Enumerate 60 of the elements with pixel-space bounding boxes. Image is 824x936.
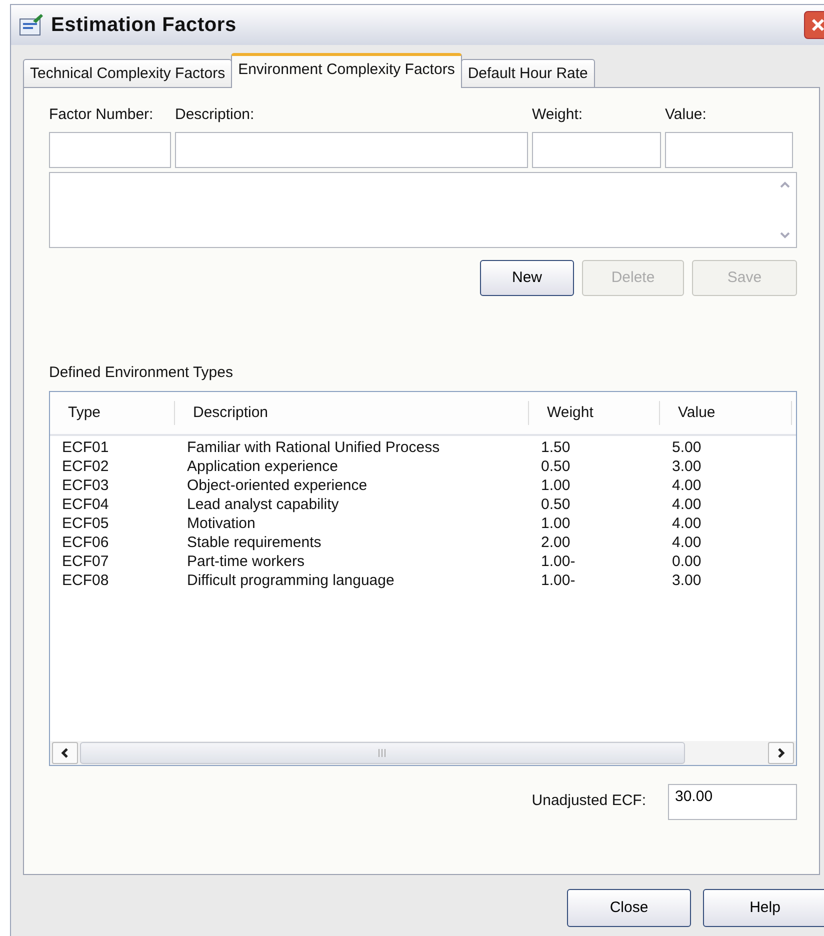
table-cell-text: 1.00- xyxy=(540,570,576,590)
scroll-left-icon[interactable] xyxy=(52,742,78,764)
field-label: Factor Number: xyxy=(49,106,154,123)
table-cell-text: 4.00 xyxy=(671,494,702,514)
table-cell-text: 0.50 xyxy=(540,494,572,514)
table-cell-text: 5.00 xyxy=(671,438,702,456)
table-cell-text: Familiar with Rational Unified Process xyxy=(186,438,441,456)
table-cell-text: ECF03 xyxy=(61,476,110,494)
table-cell-text: 3.00 xyxy=(671,456,702,476)
table-cell-text: Lead analyst capability xyxy=(186,494,340,514)
input-field[interactable] xyxy=(49,132,171,168)
dialog-button[interactable]: Close xyxy=(567,889,691,927)
column-header[interactable]: Description xyxy=(175,400,529,424)
table-cell-text: 1.00 xyxy=(540,476,572,494)
table-cell-text: ECF02 xyxy=(61,456,110,476)
form-button[interactable]: New xyxy=(480,260,574,296)
table-cell-text: ECF01 xyxy=(61,438,110,456)
window-icon xyxy=(19,13,45,37)
input-field[interactable] xyxy=(532,132,661,168)
table-cell-text: ECF06 xyxy=(61,532,110,552)
close-button[interactable] xyxy=(804,11,824,39)
table-cell-text: Part-time workers xyxy=(186,552,306,570)
table-cell-text: 4.00 xyxy=(671,514,702,532)
field-label: Description: xyxy=(175,106,254,123)
column-header[interactable]: Weight xyxy=(529,400,660,424)
input-field[interactable] xyxy=(175,132,528,168)
window-title: Estimation Factors xyxy=(51,13,236,38)
column-header[interactable]: Value xyxy=(660,400,792,424)
column-header[interactable]: Type xyxy=(50,400,175,424)
field-label: Value: xyxy=(665,106,706,123)
table-cell-text: 4.00 xyxy=(671,476,702,494)
table-cell-text: 2.00 xyxy=(540,532,572,552)
table-cell-text: Object-oriented experience xyxy=(186,476,368,494)
table-cell-text: Difficult programming language xyxy=(186,570,396,590)
table-cell-text: 1.00- xyxy=(540,552,576,570)
section-label: Defined Environment Types xyxy=(49,363,234,383)
tab[interactable]: Environment Complexity Factors xyxy=(231,53,462,88)
input-field[interactable]: 30.00 xyxy=(668,784,797,820)
table-cell-text: 1.00 xyxy=(540,514,572,532)
table-cell-text: Motivation xyxy=(186,514,256,532)
close-icon[interactable] xyxy=(810,17,824,33)
table-cell-text: ECF05 xyxy=(61,514,110,532)
input-field[interactable] xyxy=(665,132,793,168)
tab[interactable]: Default Hour Rate xyxy=(460,59,595,87)
table-cell-text: 4.00 xyxy=(671,532,702,552)
scroll-right-icon[interactable] xyxy=(768,742,794,764)
field-label: Weight: xyxy=(532,106,583,123)
table-cell-text: ECF07 xyxy=(61,552,110,570)
table-cell-text: ECF08 xyxy=(61,570,110,590)
tab[interactable]: Technical Complexity Factors xyxy=(23,59,232,87)
table-cell-text: 3.00 xyxy=(671,570,702,590)
table-cell-text: 0.50 xyxy=(540,456,572,476)
dialog-button[interactable]: Help xyxy=(703,889,824,927)
table-cell-text: Stable requirements xyxy=(186,532,322,552)
table-cell-text: 0.00 xyxy=(671,552,702,570)
field-label: Unadjusted ECF: xyxy=(532,791,646,812)
scroll-thumb[interactable] xyxy=(80,742,685,764)
table-cell-text: Application experience xyxy=(186,456,339,476)
table-cell-text: ECF04 xyxy=(61,494,110,514)
table-cell-text: 1.50 xyxy=(540,438,572,456)
